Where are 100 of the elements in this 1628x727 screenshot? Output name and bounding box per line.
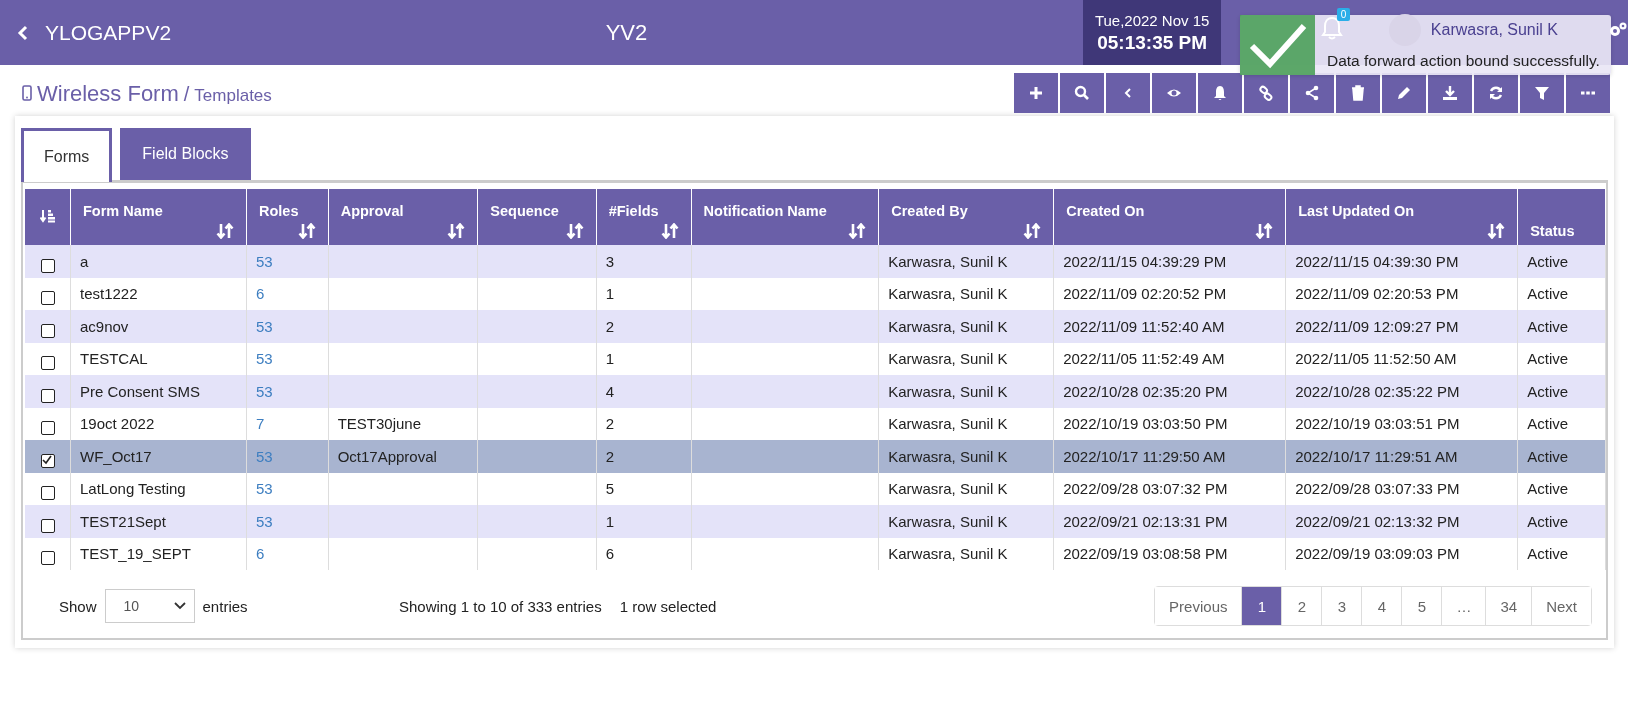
time-text: 05:13:35 PM: [1097, 31, 1208, 54]
roles-link[interactable]: 53: [256, 512, 273, 530]
table-cell: 2022/10/19 03:03:50 PM: [1063, 415, 1228, 433]
table-cell: 2022/10/19 03:03:51 PM: [1295, 415, 1460, 433]
column-header[interactable]: Roles: [246, 189, 329, 245]
table-cell: Karwasra, Sunil K: [888, 317, 1008, 335]
table-cell: 2022/10/17 11:29:51 AM: [1295, 447, 1458, 465]
column-header[interactable]: Created On: [1053, 189, 1286, 245]
table-cell: 2022/11/15 04:39:29 PM: [1063, 252, 1227, 270]
table-cell: 2022/11/09 02:20:53 PM: [1295, 285, 1459, 303]
table-cell: 1: [605, 512, 614, 530]
table-row[interactable]: TESTCAL 53 1 Karwasra, Sunil K 2022/11/05 11:52:49 AM 2022/11/05 11:52:50 AM Active: [25, 342, 1606, 375]
column-label: Created By: [891, 203, 969, 219]
roles-link[interactable]: 6: [256, 545, 265, 563]
table-cell: Active: [1527, 317, 1569, 335]
table-cell: Karwasra, Sunil K: [888, 447, 1008, 465]
table-row[interactable]: Pre Consent SMS 53 4 Karwasra, Sunil K 2022/10/28 02:35:20 PM 2022/10/28 02:35:22 PM Active: [25, 375, 1606, 408]
table-row[interactable]: a 53 3 Karwasra, Sunil K 2022/11/15 04:39:29 PM 2022/11/15 04:39:30 PM Active: [25, 245, 1606, 278]
breadcrumb-separator: /: [183, 83, 190, 106]
table-cell: 2022/10/28 02:35:22 PM: [1295, 382, 1460, 400]
column-label: Approval: [340, 203, 405, 219]
user-name[interactable]: Karwasra, Sunil K: [1430, 21, 1558, 39]
table-row[interactable]: TEST_19_SEPT 6 6 Karwasra, Sunil K 2022/09/19 03:08:58 PM 2022/09/19 03:09:03 PM Active: [25, 537, 1606, 570]
column-header[interactable]: Notification Name: [691, 189, 879, 245]
table-cell: 3: [605, 252, 614, 270]
table-cell: Karwasra, Sunil K: [888, 252, 1008, 270]
roles-link[interactable]: 53: [256, 480, 273, 498]
selection-info: 1 row selected: [619, 597, 717, 615]
column-label: Roles: [259, 203, 300, 219]
table-cell: 6: [605, 545, 614, 563]
column-label: Form Name: [83, 203, 164, 219]
table-cell: Active: [1527, 285, 1569, 303]
table-cell: 2: [605, 317, 614, 335]
table-cell: Active: [1527, 382, 1569, 400]
table-cell: 2022/09/28 03:07:32 PM: [1063, 480, 1228, 498]
table-cell: 2022/11/09 02:20:52 PM: [1063, 285, 1227, 303]
table-row[interactable]: LatLong Testing 53 5 Karwasra, Sunil K 2022/09/28 03:07:32 PM 2022/09/28 03:07:33 PM Active: [25, 472, 1606, 505]
table-cell: Karwasra, Sunil K: [888, 350, 1008, 368]
roles-link[interactable]: 53: [256, 317, 273, 335]
tab[interactable]: Forms: [21, 128, 113, 182]
app-title: YLOGAPPV2: [45, 20, 172, 45]
table-cell: TEST_19_SEPT: [80, 545, 191, 563]
table-cell: Active: [1527, 480, 1569, 498]
table-cell: 2022/11/15 04:39:30 PM: [1295, 252, 1459, 270]
table-cell: Oct17Approval: [337, 447, 437, 465]
table-row[interactable]: 19oct 2022 7 TEST30june 2 Karwasra, Sunil K 2022/10/19 03:03:50 PM 2022/10/19 03:03:51 PM Active: [25, 407, 1606, 440]
table-row[interactable]: test1222 6 1 Karwasra, Sunil K 2022/11/09 02:20:52 PM 2022/11/09 02:20:53 PM Active: [25, 277, 1606, 310]
column-label: Status: [1530, 223, 1576, 239]
column-header[interactable]: Approval: [328, 189, 478, 245]
column-label: Last Updated On: [1298, 203, 1416, 219]
table-cell: 2: [605, 447, 614, 465]
table-cell: 2022/09/19 03:08:58 PM: [1063, 545, 1228, 563]
table-cell: TEST21Sept: [80, 512, 166, 530]
table-cell: Karwasra, Sunil K: [888, 415, 1008, 433]
table-cell: Karwasra, Sunil K: [888, 480, 1008, 498]
table-cell: ac9nov: [80, 317, 129, 335]
column-header[interactable]: Created By: [878, 189, 1054, 245]
column-header[interactable]: Last Updated On: [1285, 189, 1518, 245]
page-button[interactable]: Previous: [1155, 587, 1243, 625]
column-header[interactable]: Sequence: [477, 189, 597, 245]
show-label: Show: [59, 597, 97, 615]
roles-link[interactable]: 53: [256, 350, 273, 368]
tab[interactable]: Field Blocks: [120, 128, 251, 180]
toast-message: Data forward action bound successfully.: [1327, 51, 1600, 71]
notification-badge: 0: [1336, 8, 1351, 21]
roles-link[interactable]: 7: [256, 415, 265, 433]
column-header[interactable]: Form Name: [70, 189, 247, 245]
table-cell: a: [80, 252, 89, 270]
page-button[interactable]: 1: [1242, 587, 1283, 625]
table-cell: Pre Consent SMS: [80, 382, 201, 400]
entries-info: Showing 1 to 10 of 333 entries: [399, 597, 602, 615]
table-cell: 2022/09/19 03:09:03 PM: [1295, 545, 1460, 563]
roles-link[interactable]: 53: [256, 382, 273, 400]
table-cell: 2022/10/28 02:35:20 PM: [1063, 382, 1228, 400]
table-cell: 2022/11/09 11:52:40 AM: [1063, 317, 1225, 335]
breadcrumb-link[interactable]: Templates: [194, 86, 272, 106]
page-title: Wireless Form: [37, 81, 179, 107]
table-cell: TEST30june: [337, 415, 422, 433]
column-header[interactable]: Status: [1517, 189, 1606, 245]
column-label: Notification Name: [703, 203, 828, 219]
table-cell: WF_Oct17: [80, 447, 152, 465]
table-cell: 1: [605, 350, 614, 368]
table-cell: 2022/11/05 11:52:49 AM: [1063, 350, 1225, 368]
table-cell: 2022/11/05 11:52:50 AM: [1295, 350, 1457, 368]
column-header[interactable]: #Fields: [596, 189, 692, 245]
entries-label: entries: [202, 597, 248, 615]
table-cell: Active: [1527, 545, 1569, 563]
column-label: Sequence: [490, 203, 560, 219]
date-text: Tue,2022 Nov 15: [1094, 11, 1210, 29]
roles-link[interactable]: 53: [256, 252, 273, 270]
table-row[interactable]: ac9nov 53 2 Karwasra, Sunil K 2022/11/09 11:52:40 AM 2022/11/09 12:09:27 PM Active: [25, 310, 1606, 343]
table-cell: Active: [1527, 252, 1569, 270]
roles-link[interactable]: 6: [256, 285, 265, 303]
table-cell: 2022/09/21 02:13:31 PM: [1063, 512, 1228, 530]
table-cell: 2022/10/17 11:29:50 AM: [1063, 447, 1226, 465]
table-row[interactable]: WF_Oct17 53 Oct17Approval 2 Karwasra, Sunil K 2022/10/17 11:29:50 AM 2022/10/17 11:29:51 AM Active: [25, 440, 1606, 473]
page-size-select[interactable]: 10: [104, 589, 195, 623]
table-cell: TESTCAL: [80, 350, 148, 368]
table-cell: 19oct 2022: [80, 415, 155, 433]
table-row[interactable]: TEST21Sept 53 1 Karwasra, Sunil K 2022/09/21 02:13:31 PM 2022/09/21 02:13:32 PM Active: [25, 505, 1606, 538]
